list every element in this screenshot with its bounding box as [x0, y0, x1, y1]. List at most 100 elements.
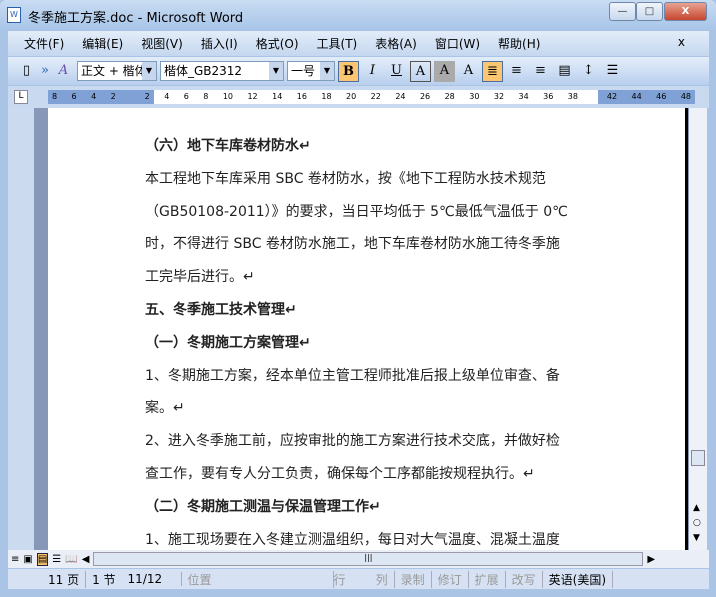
minimize-button[interactable]: —	[609, 2, 636, 21]
ruler-tick-label: 42	[606, 92, 618, 101]
status-column: 列	[352, 570, 395, 588]
ruler-tick-label: 10	[222, 92, 234, 101]
underline-button[interactable]: U	[386, 61, 407, 82]
status-bar: 11 页 1 节 11/12 位置 行 列 录制 修订 扩展 改写 英语(美国)	[8, 569, 709, 589]
chevron-down-icon: ▼	[320, 62, 334, 80]
menu-tools[interactable]: 工具(T)	[317, 35, 358, 52]
document-heading[interactable]: （六）地下车库卷材防水↵	[145, 130, 615, 162]
line-spacing-button[interactable]: ↕	[578, 61, 599, 82]
reading-view-icon[interactable]: 📖	[65, 554, 77, 565]
document-page[interactable]: （六）地下车库卷材防水↵ 本工程地下车库采用 SBC 卷材防水，按《地下工程防水技…	[48, 108, 688, 550]
menu-table[interactable]: 表格(A)	[375, 35, 417, 52]
ruler-tick-label: 16	[296, 92, 307, 101]
document-paragraph[interactable]: 本工程地下车库采用 SBC 卷材防水，按《地下工程防水技术规范	[145, 163, 615, 195]
menu-insert[interactable]: 插入(I)	[201, 35, 238, 52]
document-paragraph[interactable]: 时，不得进行 SBC 卷材防水施工，地下车库卷材防水施工待冬季施	[145, 228, 615, 260]
web-view-icon[interactable]: ▣	[23, 554, 32, 565]
vertical-scrollbar[interactable]: ▲ ○ ▼	[689, 108, 707, 550]
document-paragraph[interactable]: 查工作，要有专人分工负责，确保每个工序都能按规程执行。↵	[145, 458, 615, 490]
italic-button[interactable]: I	[362, 61, 383, 82]
status-track-changes[interactable]: 修订	[432, 570, 469, 588]
bold-button[interactable]: B	[338, 60, 359, 82]
menu-view[interactable]: 视图(V)	[141, 35, 183, 52]
chevron-down-icon: ▼	[142, 62, 156, 80]
ruler-tick-label: 32	[493, 92, 505, 101]
ruler-tick-label: 4	[164, 92, 170, 101]
close-document-button[interactable]: x	[678, 35, 685, 49]
menu-help[interactable]: 帮助(H)	[498, 35, 540, 52]
document-paragraph[interactable]: 案。↵	[145, 392, 615, 424]
prev-page-icon[interactable]: ▲	[693, 503, 700, 513]
menu-format[interactable]: 格式(O)	[256, 35, 299, 52]
ruler-tick-label: 48	[680, 92, 691, 101]
status-extend[interactable]: 扩展	[469, 570, 506, 588]
font-size-select[interactable]: 一号 ▼	[287, 61, 335, 81]
word-doc-icon: W	[7, 7, 21, 23]
chevron-down-icon: ▼	[269, 62, 283, 80]
scroll-right-icon[interactable]: ▶	[647, 554, 655, 565]
vertical-ruler	[8, 108, 34, 550]
document-paragraph[interactable]: 1、冬期施工方案，经本单位主管工程师批准后报上级单位审查、备	[145, 360, 615, 392]
horizontal-ruler[interactable]: L 8 6 4 2 2 4 6 8 10 12 14 16 18 20 22 24 26 28 30 32 34 36 38…	[8, 86, 709, 108]
horizontal-scrollbar-bar: ≡ ▣ ▤ ☰ 📖 ◀ ||| ▶	[8, 550, 709, 568]
print-view-icon[interactable]: ▤	[36, 552, 49, 566]
status-section: 1 节	[92, 572, 116, 587]
style-select[interactable]: 正文 + 楷体 ▼	[77, 61, 157, 81]
font-size-value: 一号	[291, 64, 316, 78]
ruler-tick-label: 28	[444, 92, 455, 101]
align-right-button[interactable]: ≡	[530, 61, 551, 82]
ruler-tick-label: 2	[144, 92, 150, 101]
ruler-tick-label: 2	[110, 92, 116, 101]
menu-window[interactable]: 窗口(W)	[435, 35, 480, 52]
status-pages: 11/12	[122, 572, 182, 586]
align-justify-button[interactable]: ≣	[482, 60, 503, 82]
char-border-button[interactable]: A	[410, 60, 431, 82]
ruler-tick-label: 44	[631, 92, 642, 101]
horizontal-scroll-thumb[interactable]: |||	[93, 552, 644, 566]
document-heading[interactable]: （一）冬期施工方案管理↵	[145, 327, 615, 359]
scroll-left-icon[interactable]: ◀	[82, 554, 90, 565]
outline-view-icon[interactable]: ☰	[52, 554, 61, 565]
document-paragraph[interactable]: 2、进入冬季施工前，应按审批的施工方案进行技术交底，并做好检	[145, 425, 615, 457]
status-record[interactable]: 录制	[395, 570, 432, 588]
ruler-tick-label: 36	[543, 92, 554, 101]
status-language[interactable]: 英语(美国)	[543, 570, 614, 588]
browse-object-icon[interactable]: ○	[693, 518, 701, 528]
align-center-button[interactable]: ≡	[506, 61, 527, 82]
document-paragraph[interactable]: （GB50108-2011）》的要求，当日平均低于 5℃最低气温低于 0℃	[145, 196, 615, 228]
style-value: 正文 + 楷体	[81, 64, 147, 78]
menu-edit[interactable]: 编辑(E)	[82, 35, 123, 52]
status-line: 行	[333, 572, 346, 587]
document-paragraph[interactable]: 工完毕后进行。↵	[145, 261, 615, 293]
ruler-tick-label: 18	[321, 92, 332, 101]
ruler-tick-label: 30	[469, 92, 480, 101]
toolbar-overflow-icon[interactable]: »	[40, 61, 50, 82]
document-heading[interactable]: （二）冬期施工测温与保温管理工作↵	[145, 491, 615, 523]
char-shading-button[interactable]: A	[434, 60, 455, 82]
document-heading[interactable]: 五、冬季施工技术管理↵	[145, 294, 615, 326]
next-page-icon[interactable]: ▼	[693, 533, 700, 543]
menu-file[interactable]: 文件(F)	[24, 35, 64, 52]
ruler-tick-label: 12	[247, 92, 258, 101]
distributed-align-button[interactable]: ▤	[554, 61, 575, 82]
status-overtype[interactable]: 改写	[506, 570, 543, 588]
font-select[interactable]: 楷体_GB2312 ▼	[160, 61, 284, 81]
char-scale-button[interactable]: A	[458, 61, 479, 82]
ruler-tick-label: 22	[370, 92, 381, 101]
ruler-tick-label: 46	[656, 92, 667, 101]
maximize-button[interactable]: □	[636, 2, 663, 21]
tab-selector-icon[interactable]: L	[14, 90, 28, 104]
close-button[interactable]: X	[664, 2, 707, 21]
ruler-tick-label: 38	[567, 92, 578, 101]
title-bar: W 冬季施工方案.doc - Microsoft Word — □ X	[0, 0, 716, 30]
new-document-icon[interactable]: ▯	[16, 61, 37, 82]
scroll-thumb[interactable]	[691, 450, 705, 466]
ruler-tick-label: 8	[203, 92, 209, 101]
numbering-button[interactable]: ☰	[602, 61, 623, 82]
styles-icon[interactable]: A	[53, 61, 74, 82]
formatting-toolbar: ▯ » A 正文 + 楷体 ▼ 楷体_GB2312 ▼ 一号 ▼ B I U A A …	[8, 57, 709, 85]
status-page: 11 页	[8, 570, 87, 588]
ruler-tick-label: 6	[183, 92, 189, 101]
normal-view-icon[interactable]: ≡	[11, 554, 19, 565]
ruler-tick-label: 20	[346, 92, 357, 101]
